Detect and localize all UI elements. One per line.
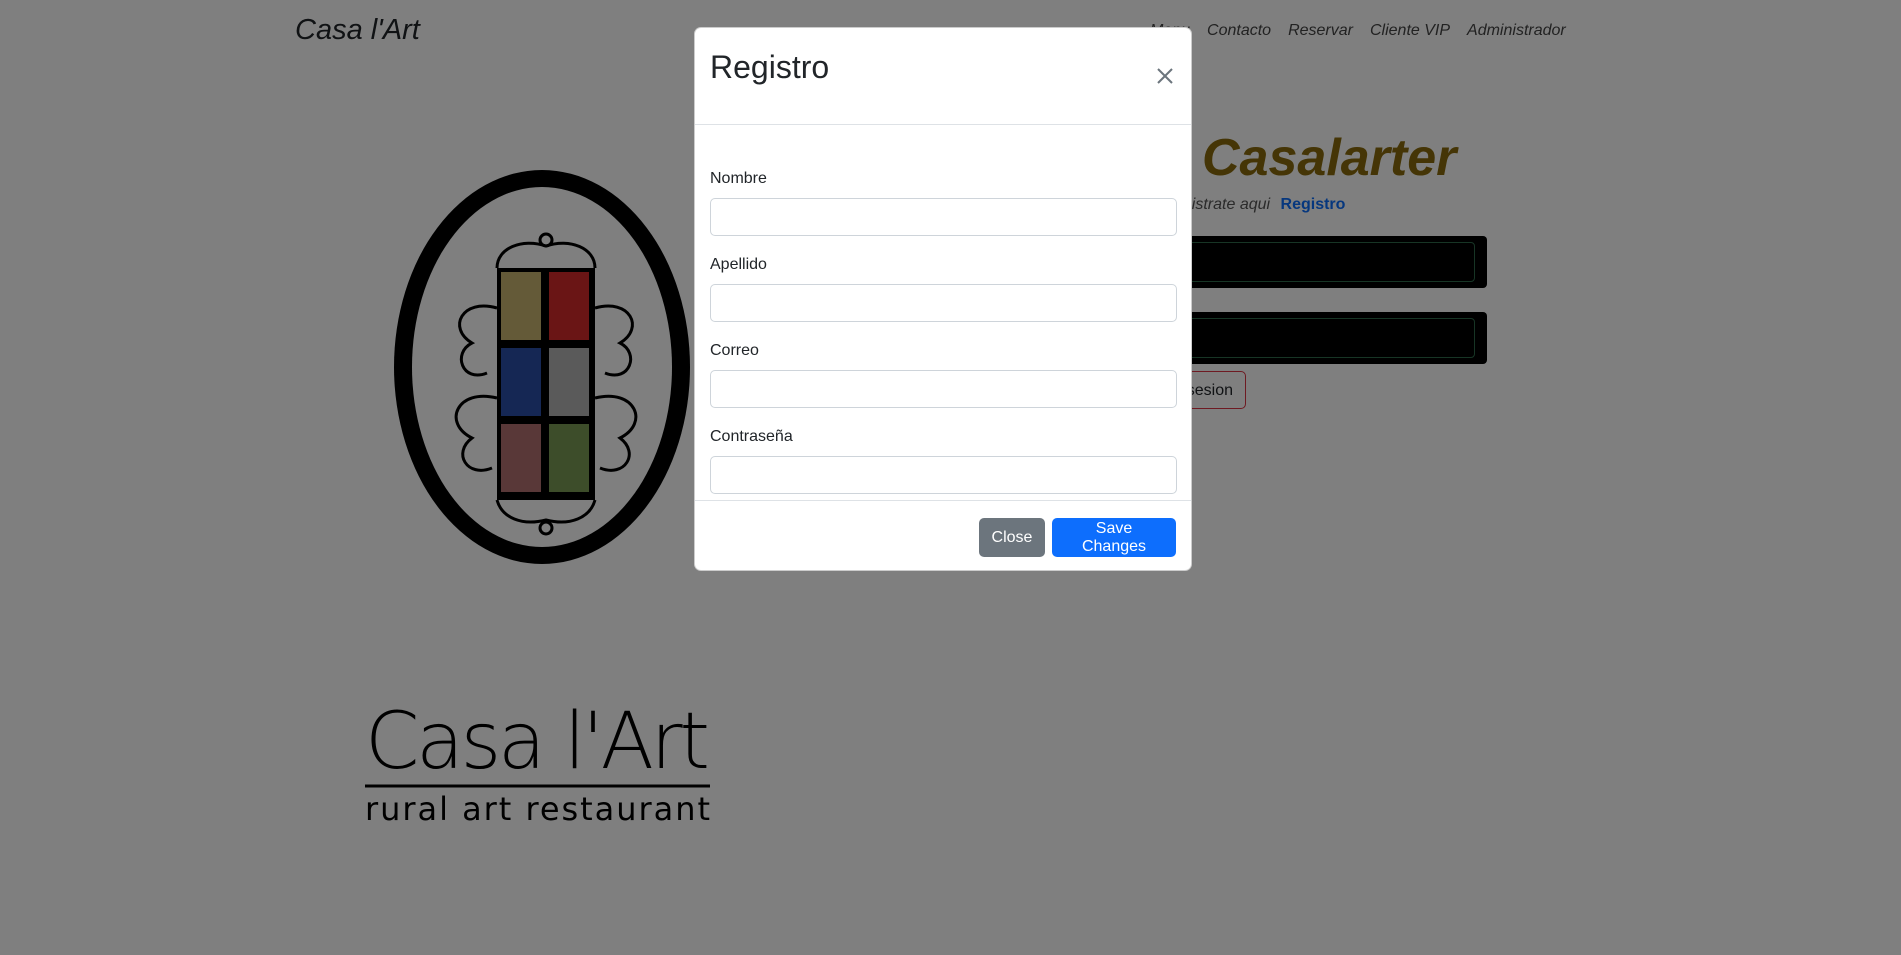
field-correo: Correo — [710, 342, 1177, 408]
registro-modal: Registro Nombre Apellido Correo Contrase… — [694, 27, 1192, 571]
correo-label: Correo — [710, 342, 759, 359]
save-changes-button[interactable]: Save Changes — [1052, 518, 1176, 557]
correo-input[interactable] — [710, 370, 1177, 408]
apellido-input[interactable] — [710, 284, 1177, 322]
field-apellido: Apellido — [710, 256, 1177, 322]
close-button[interactable]: Close — [979, 518, 1045, 557]
modal-title: Registro — [710, 49, 830, 85]
contrasena-label: Contraseña — [710, 428, 793, 445]
close-icon[interactable] — [1151, 62, 1179, 90]
field-contrasena: Contraseña — [710, 428, 1177, 494]
field-nombre: Nombre — [710, 170, 1177, 236]
modal-header: Registro — [695, 28, 1191, 125]
nombre-input[interactable] — [710, 198, 1177, 236]
nombre-label: Nombre — [710, 170, 767, 187]
modal-footer: Close Save Changes — [695, 500, 1191, 570]
contrasena-input[interactable] — [710, 456, 1177, 494]
apellido-label: Apellido — [710, 256, 767, 273]
